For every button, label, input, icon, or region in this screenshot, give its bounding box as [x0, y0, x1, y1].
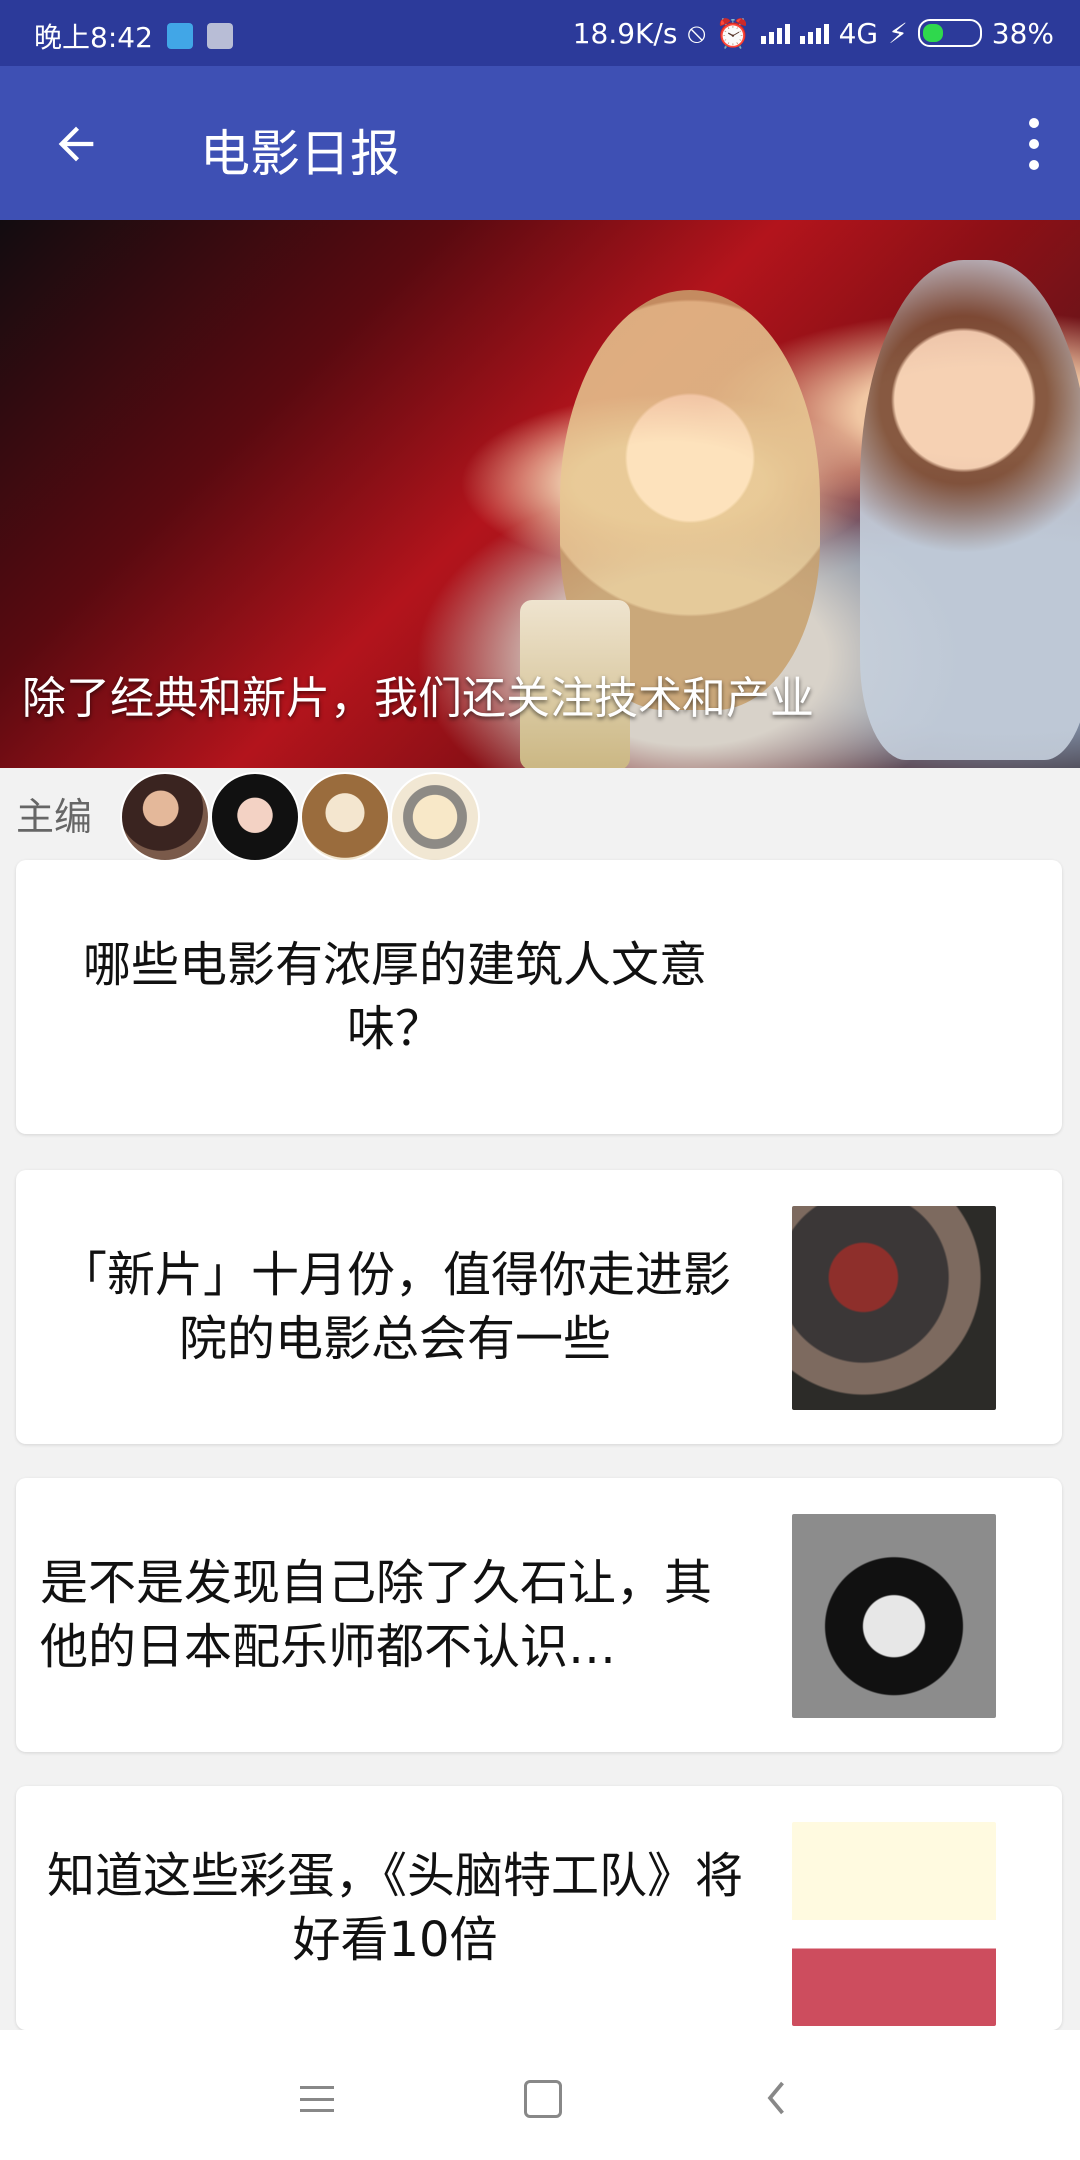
navigation-bar — [0, 2030, 1080, 2160]
article-thumbnail — [792, 1822, 996, 2026]
mute-icon: ⦸ — [687, 16, 706, 49]
hero-caption: 除了经典和新片，我们还关注技术和产业 — [22, 673, 814, 724]
app-bar: 电影日报 — [0, 66, 1080, 220]
network-type: 4G — [838, 16, 879, 50]
alarm-icon: ⏰ — [715, 16, 751, 50]
battery-level: 38% — [991, 16, 1054, 50]
editors-label: 主编 — [16, 795, 93, 839]
network-speed: 18.9K/s — [572, 16, 678, 50]
charging-icon: ⚡ — [888, 16, 908, 50]
home-icon[interactable] — [524, 2080, 562, 2118]
article-card[interactable]: 哪些电影有浓厚的建筑人文意味？ — [16, 860, 1062, 1134]
editor-avatar[interactable] — [210, 772, 300, 862]
article-thumbnail — [792, 1514, 996, 1718]
article-title: 「新片」十月份，值得你走进影院的电影总会有一些 — [58, 1247, 731, 1367]
back-icon[interactable] — [760, 2078, 790, 2118]
hero-image-man — [860, 260, 1080, 760]
editor-avatar[interactable] — [300, 772, 390, 862]
status-bar: 晚上8:42 18.9K/s ⦸ ⏰ 4G ⚡ 38% — [0, 0, 1080, 66]
menu-icon[interactable] — [300, 2086, 334, 2112]
status-time: 晚上8:42 — [34, 21, 153, 54]
hero-banner[interactable]: 除了经典和新片，我们还关注技术和产业 — [0, 220, 1080, 768]
signal-icon — [799, 22, 829, 44]
article-title: 是不是发现自己除了久石让，其他的日本配乐师都不认识… — [40, 1555, 713, 1675]
message-icon — [206, 23, 233, 49]
article-card[interactable]: 是不是发现自己除了久石让，其他的日本配乐师都不认识… — [16, 1478, 1062, 1752]
article-thumbnail — [792, 1206, 996, 1410]
signal-icon — [760, 22, 790, 44]
back-arrow-icon[interactable] — [50, 118, 102, 170]
editor-avatar[interactable] — [390, 772, 480, 862]
article-title: 知道这些彩蛋，《头脑特工队》将好看10倍 — [46, 1848, 743, 1968]
article-card[interactable]: 知道这些彩蛋，《头脑特工队》将好看10倍 — [16, 1786, 1062, 2030]
battery-icon — [917, 19, 982, 47]
article-card[interactable]: 「新片」十月份，值得你走进影院的电影总会有一些 — [16, 1170, 1062, 1444]
more-options-icon[interactable] — [1028, 118, 1040, 170]
article-title: 哪些电影有浓厚的建筑人文意味？ — [82, 937, 707, 1057]
editors-row: 主编 — [0, 768, 1080, 862]
editor-avatar[interactable] — [120, 772, 210, 862]
page-title: 电影日报 — [200, 125, 400, 183]
notification-icon — [166, 23, 193, 49]
